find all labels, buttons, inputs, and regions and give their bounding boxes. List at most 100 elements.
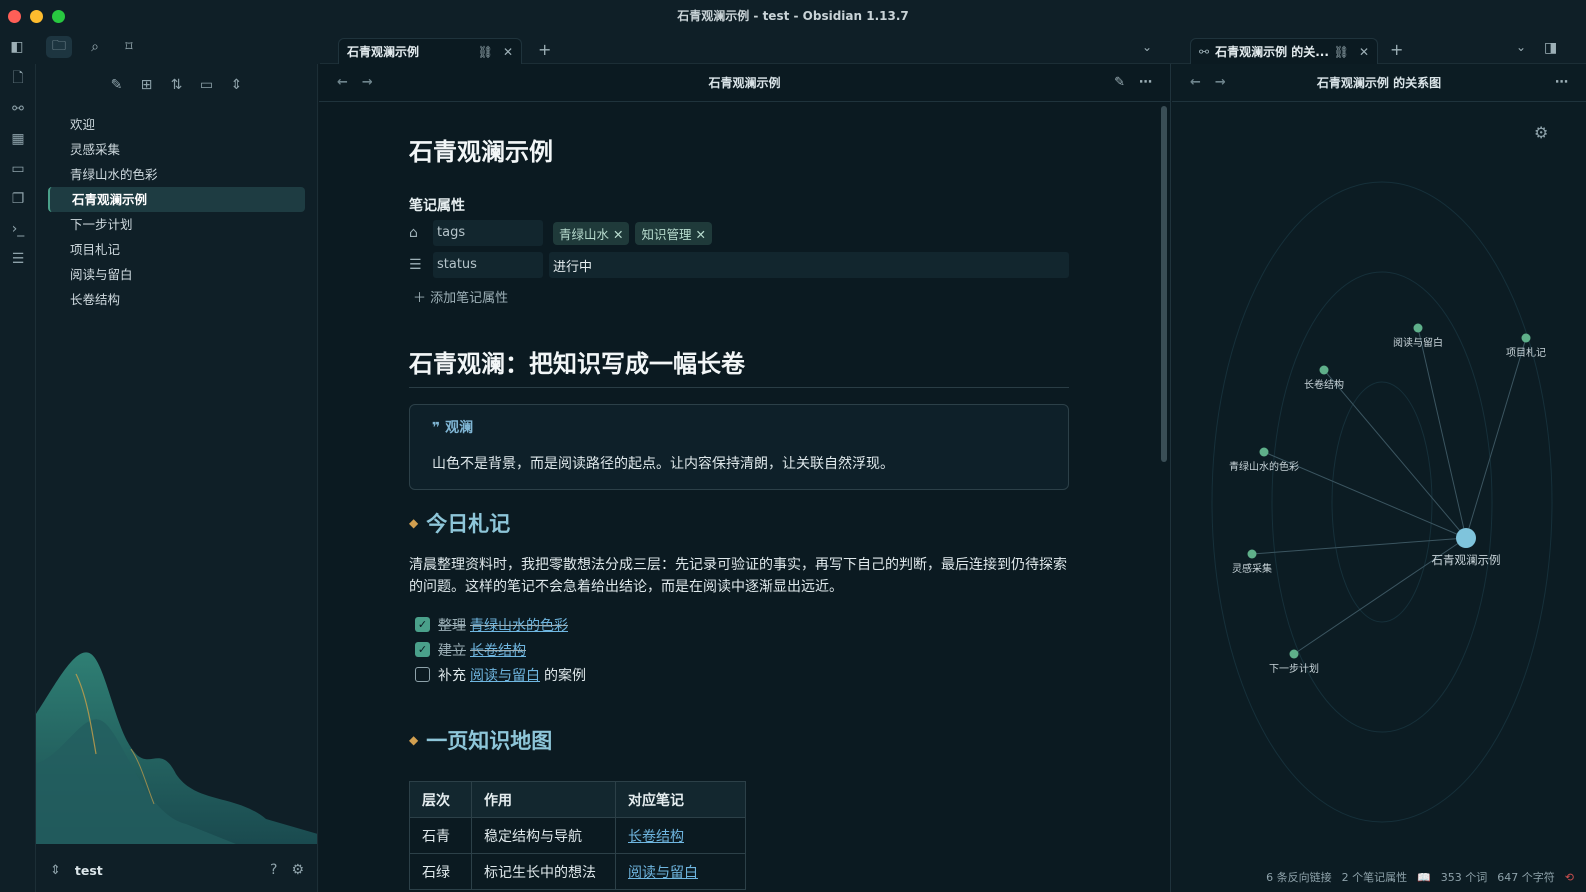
tab-list-chevron-icon[interactable]: ⌄	[1516, 40, 1526, 54]
graph-edge	[1465, 337, 1527, 539]
file-item[interactable]: 长卷结构	[48, 287, 305, 312]
sort-icon[interactable]: ⇅	[168, 77, 186, 93]
link-icon[interactable]: ⛓	[478, 45, 493, 59]
property-key-tags[interactable]: tags	[433, 220, 543, 246]
task-checkbox[interactable]	[415, 667, 430, 682]
new-tab-icon[interactable]: +	[538, 40, 551, 59]
link-icon[interactable]: ⛓	[1334, 45, 1349, 59]
properties-count[interactable]: 2 个笔记属性	[1342, 869, 1408, 885]
vault-name[interactable]: test	[75, 863, 103, 878]
edit-pencil-icon[interactable]: ✎	[1114, 75, 1125, 90]
more-options-icon[interactable]: ⋯	[1139, 75, 1152, 90]
scrollbar[interactable]	[1161, 106, 1167, 462]
task-checkbox[interactable]: ✓	[415, 617, 430, 632]
new-note-icon[interactable]: ✎	[108, 77, 126, 93]
help-icon[interactable]: ?	[270, 862, 277, 878]
file-item[interactable]: 石青观澜示例	[48, 187, 305, 212]
task-item: ✓ 整理 青绿山水的色彩	[409, 612, 1069, 637]
table-cell[interactable]: 长卷结构	[615, 817, 746, 854]
sync-icon[interactable]: ⟲	[1565, 871, 1574, 884]
vault-switch-icon[interactable]: ⇕	[50, 863, 61, 878]
property-key-status[interactable]: status	[433, 252, 543, 278]
internal-link[interactable]: 青绿山水的色彩	[470, 618, 568, 634]
terminal-icon[interactable]: ›_	[0, 214, 36, 244]
right-sidebar-toggle-icon[interactable]: ◨	[1544, 40, 1557, 56]
settings-gear-icon[interactable]: ⚙	[291, 862, 304, 878]
graph-node[interactable]	[1259, 447, 1269, 457]
file-item[interactable]: 阅读与留白	[48, 262, 305, 287]
new-folder-icon[interactable]: ⊞	[138, 77, 156, 93]
view-header-title[interactable]: 石青观澜示例 的关系图	[1317, 74, 1441, 91]
inline-title[interactable]: 石青观澜示例	[409, 132, 1069, 167]
graph-node[interactable]	[1289, 649, 1299, 659]
graph-icon[interactable]: ⚯	[0, 94, 36, 124]
maximize-window-button[interactable]	[52, 10, 65, 23]
internal-link[interactable]: 阅读与留白	[470, 668, 540, 684]
graph-edge	[1251, 537, 1467, 555]
graph-node[interactable]	[1521, 333, 1531, 343]
table-cell: 石青	[409, 817, 472, 854]
graph-node[interactable]	[1413, 323, 1423, 333]
collapse-icon[interactable]: ▭	[198, 77, 216, 93]
table-cell: 标记生长中的想法	[471, 853, 616, 890]
file-item[interactable]: 项目札记	[48, 237, 305, 262]
table-header: 对应笔记	[615, 781, 746, 818]
more-options-icon[interactable]: ⋯	[1555, 75, 1568, 90]
property-value-tags[interactable]: 青绿山水 ✕ 知识管理 ✕	[549, 220, 1069, 246]
view-header-title[interactable]: 石青观澜示例	[708, 74, 780, 91]
task-text: 整理	[438, 617, 466, 634]
table-cell: 石绿	[409, 853, 472, 890]
forward-arrow-icon[interactable]: →	[362, 75, 373, 90]
text-lines-icon: ☰	[409, 257, 422, 273]
grid-icon[interactable]: ▦	[0, 124, 36, 154]
graph-edge	[1323, 369, 1467, 539]
graph-node[interactable]	[1319, 365, 1329, 375]
bookmark-icon[interactable]: ⌑	[116, 36, 142, 58]
close-window-button[interactable]	[8, 10, 21, 23]
back-arrow-icon[interactable]: ←	[337, 75, 348, 90]
file-item[interactable]: 青绿山水的色彩	[48, 162, 305, 187]
table-cell: 稳定结构与导航	[471, 817, 616, 854]
backlinks-count[interactable]: 6 条反向链接	[1266, 869, 1332, 885]
back-arrow-icon[interactable]: ←	[1190, 75, 1201, 90]
tab-graph[interactable]: ⚯ 石青观澜示例 的关... ⛓ ✕	[1190, 38, 1378, 64]
graph-canvas[interactable]: ⚙ 阅读与留白项目札记长卷结构青绿山水的色彩灵感采集 石青观澜示例下一步计划	[1172, 102, 1586, 854]
graph-node[interactable]	[1456, 528, 1476, 548]
reading-mode-icon[interactable]: 📖	[1417, 871, 1431, 884]
graph-edge	[1417, 327, 1467, 539]
table-row: 石青 稳定结构与导航 长卷结构	[409, 817, 746, 854]
file-item[interactable]: 灵感采集	[48, 137, 305, 162]
forward-arrow-icon[interactable]: →	[1215, 75, 1226, 90]
internal-link[interactable]: 长卷结构	[470, 643, 526, 659]
close-tab-icon[interactable]: ✕	[1359, 45, 1369, 59]
folder-icon[interactable]: 🗀	[46, 36, 72, 58]
file-item[interactable]: 欢迎	[48, 112, 305, 137]
close-tab-icon[interactable]: ✕	[503, 45, 513, 59]
tab-main-note[interactable]: 石青观澜示例 ⛓ ✕	[338, 38, 522, 64]
task-text: 的案例	[544, 667, 586, 684]
heading-2-today: ◆ 今日札记	[409, 512, 511, 536]
calendar-icon[interactable]: ▭	[0, 154, 36, 184]
tag-pill[interactable]: 知识管理 ✕	[635, 221, 712, 245]
diamond-icon: ◆	[409, 516, 419, 530]
table-cell[interactable]: 阅读与留白	[615, 853, 746, 890]
task-checkbox[interactable]: ✓	[415, 642, 430, 657]
sidebar-toggle-icon[interactable]: ◧	[4, 36, 30, 58]
task-list: ✓ 整理 青绿山水的色彩 ✓ 建立 长卷结构 补充 阅读与留白 的案例	[409, 612, 1069, 687]
minimize-window-button[interactable]	[30, 10, 43, 23]
new-tab-icon[interactable]: +	[1390, 40, 1403, 59]
graph-node[interactable]	[1247, 549, 1257, 559]
knowledge-table: 层次 作用 对应笔记 石青 稳定结构与导航 长卷结构 石绿 标记生长中的想法 阅…	[409, 781, 746, 890]
file-item[interactable]: 下一步计划	[48, 212, 305, 237]
tag-pill[interactable]: 青绿山水 ✕	[553, 221, 630, 245]
properties-heading: 笔记属性	[409, 198, 465, 214]
tab-list-chevron-icon[interactable]: ⌄	[1142, 40, 1152, 54]
property-value-status[interactable]: 进行中	[549, 252, 1069, 278]
expand-icon[interactable]: ⇕	[228, 77, 246, 93]
table-header: 作用	[471, 781, 616, 818]
search-icon[interactable]: ⌕	[82, 36, 108, 58]
list-icon[interactable]: ☰	[0, 244, 36, 274]
file-icon[interactable]: 🗋	[0, 64, 36, 94]
copy-icon[interactable]: ❐	[0, 184, 36, 214]
add-property-button[interactable]: ＋ 添加笔记属性	[409, 287, 1069, 306]
